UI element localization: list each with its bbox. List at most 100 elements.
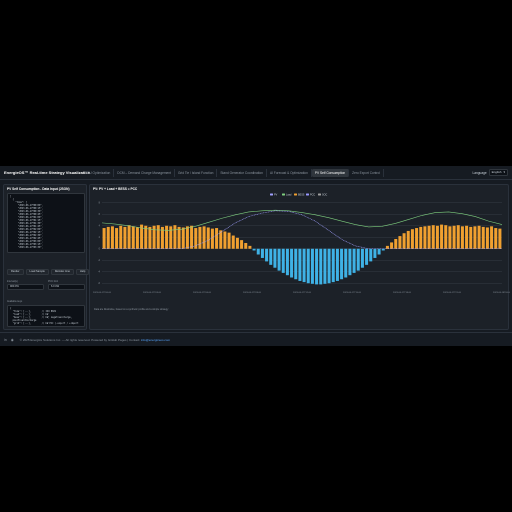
available-keys-label: Available keys xyxy=(7,300,23,303)
bess-bar xyxy=(281,248,285,273)
bess-bar xyxy=(327,248,331,284)
bess-bar xyxy=(485,227,489,249)
tab-pv-self-consumption[interactable]: PV Self Consumption xyxy=(311,168,350,177)
x-tick-label: 2023-06-17T09:00 xyxy=(243,292,262,294)
bess-bar xyxy=(102,228,106,249)
bess-bar xyxy=(448,226,452,249)
bess-bar xyxy=(373,248,377,258)
bess-bar xyxy=(119,225,123,249)
legend-label: PV xyxy=(274,194,278,197)
tab-grid-tie-island[interactable]: Grid Tie / Island Function xyxy=(175,168,218,177)
y-tick-label: -2 xyxy=(98,259,101,262)
bess-bar xyxy=(256,248,260,255)
bess-bar xyxy=(440,224,444,249)
language-label: Language xyxy=(472,170,487,175)
bess-bar xyxy=(248,245,252,249)
bess-bar xyxy=(198,226,202,249)
bess-bar xyxy=(135,227,139,249)
bess-bar xyxy=(223,231,227,249)
contact-link[interactable]: info@energizeos.com xyxy=(141,338,170,342)
bess-bar xyxy=(215,228,219,249)
bess-bar xyxy=(306,248,310,284)
strategy-tabs: TOU Optimization DCM – Demand Charge Man… xyxy=(82,166,384,180)
language-select[interactable]: English ▾ xyxy=(488,169,508,176)
chart-note: Data are illustrative, based on a synthe… xyxy=(94,308,169,311)
bess-bar xyxy=(185,226,189,249)
bess-bar xyxy=(298,248,302,281)
bess-bar xyxy=(490,226,494,249)
interval-input[interactable]: 900.0% xyxy=(7,284,44,290)
linkedin-icon[interactable]: in xyxy=(4,338,7,342)
tab-zero-export[interactable]: Zero Export Control xyxy=(349,168,384,177)
x-tick-label: 2023-06-17T12:00 xyxy=(293,292,312,294)
bess-bar xyxy=(235,237,239,249)
bess-bar xyxy=(123,226,127,249)
chart-panel: 8 6 4 2 0 -2 -4 -6 2023-06-17T00:00 2023-06-17T03… xyxy=(89,184,510,330)
load-sample-button[interactable]: Load Sample xyxy=(25,269,49,275)
legend-swatch xyxy=(306,193,309,196)
tab-ai-forecast[interactable]: AI Forecast & Optimization xyxy=(267,168,312,177)
bess-bar xyxy=(477,225,481,249)
bess-bar xyxy=(431,225,435,249)
language-switcher: Language English ▾ xyxy=(472,169,508,176)
bess-bar xyxy=(148,226,152,249)
panel-title: PV Self Consumption - Data Input (JSON) xyxy=(7,187,70,191)
interval-field-group: Interval(s) 900.0% xyxy=(7,280,44,290)
bess-bar xyxy=(252,248,256,251)
bess-bar xyxy=(348,248,352,276)
bess-bar xyxy=(360,248,364,268)
github-icon[interactable]: ◉ xyxy=(11,338,14,342)
x-tick-label: 2023-06-17T03:00 xyxy=(143,292,162,294)
bess-bar xyxy=(377,248,381,255)
tab-stand-generator[interactable]: Stand Generator Coordination xyxy=(217,168,267,177)
bess-bar xyxy=(240,240,244,249)
x-tick-label: 2023-06-17T00:00 xyxy=(93,292,112,294)
bess-bar xyxy=(310,248,314,284)
json-textarea[interactable]: [ { "time": [ "2023-06-17T00:00", "2023-… xyxy=(7,193,85,253)
pcc-limit-label: PCC limit xyxy=(48,280,58,283)
bess-bar xyxy=(352,248,356,273)
legend-swatch xyxy=(270,193,273,196)
parameter-fields: Interval(s) 900.0% PCC limit 6.0 kW xyxy=(7,280,85,290)
bess-bar xyxy=(273,248,277,268)
legend-label: PCC xyxy=(310,194,315,197)
keys-reference: { "time": [...], // ISO 8601 "load": [..… xyxy=(7,305,85,327)
tab-demand-charge-management[interactable]: DCM – Demand Charge Management xyxy=(114,168,175,177)
bess-bar xyxy=(190,225,194,249)
bess-bar xyxy=(265,248,269,262)
bess-bar xyxy=(410,229,414,249)
bess-bar xyxy=(290,248,294,278)
interval-label: Interval(s) xyxy=(7,280,18,283)
x-tick-label: 2023-06-17T15:00 xyxy=(343,292,362,294)
x-tick-label: 2023-06-17T21:00 xyxy=(443,292,462,294)
data-input-panel: PV Self Consumption - Data Input (JSON) … xyxy=(3,184,90,330)
render-button[interactable]: Render xyxy=(7,269,24,275)
pcc-limit-input[interactable]: 6.0 kW xyxy=(48,284,85,290)
bess-bar xyxy=(427,225,431,249)
y-tick-label: 8 xyxy=(99,202,101,205)
bess-bar xyxy=(110,226,114,249)
key-line: "grid": [...], // kW PCC (-export / +imp… xyxy=(10,322,79,325)
x-tick-label: 2023-06-18T00:00 xyxy=(493,292,510,294)
bess-bar xyxy=(469,226,473,249)
action-buttons: Render Load Sample Reindex time Help xyxy=(7,269,90,275)
bess-bar xyxy=(144,225,148,249)
bess-bar xyxy=(227,232,231,249)
bess-bar xyxy=(394,238,398,249)
y-tick-label: -4 xyxy=(98,271,101,274)
bess-bar xyxy=(331,248,335,283)
legend-swatch xyxy=(318,193,321,196)
bess-bar xyxy=(402,233,406,249)
tab-tou-optimization[interactable]: TOU Optimization xyxy=(82,168,115,177)
bess-bar xyxy=(465,225,469,249)
x-tick-label: 2023-06-17T06:00 xyxy=(193,292,212,294)
bess-bar xyxy=(177,226,181,249)
bess-bar xyxy=(419,226,423,249)
bess-bar xyxy=(406,230,410,249)
bess-bar xyxy=(473,226,477,249)
bess-bar xyxy=(452,225,456,249)
reindex-time-button[interactable]: Reindex time xyxy=(50,269,74,275)
help-button[interactable]: Help xyxy=(75,269,90,275)
bess-bar xyxy=(415,228,419,249)
bess-bar xyxy=(127,225,131,249)
